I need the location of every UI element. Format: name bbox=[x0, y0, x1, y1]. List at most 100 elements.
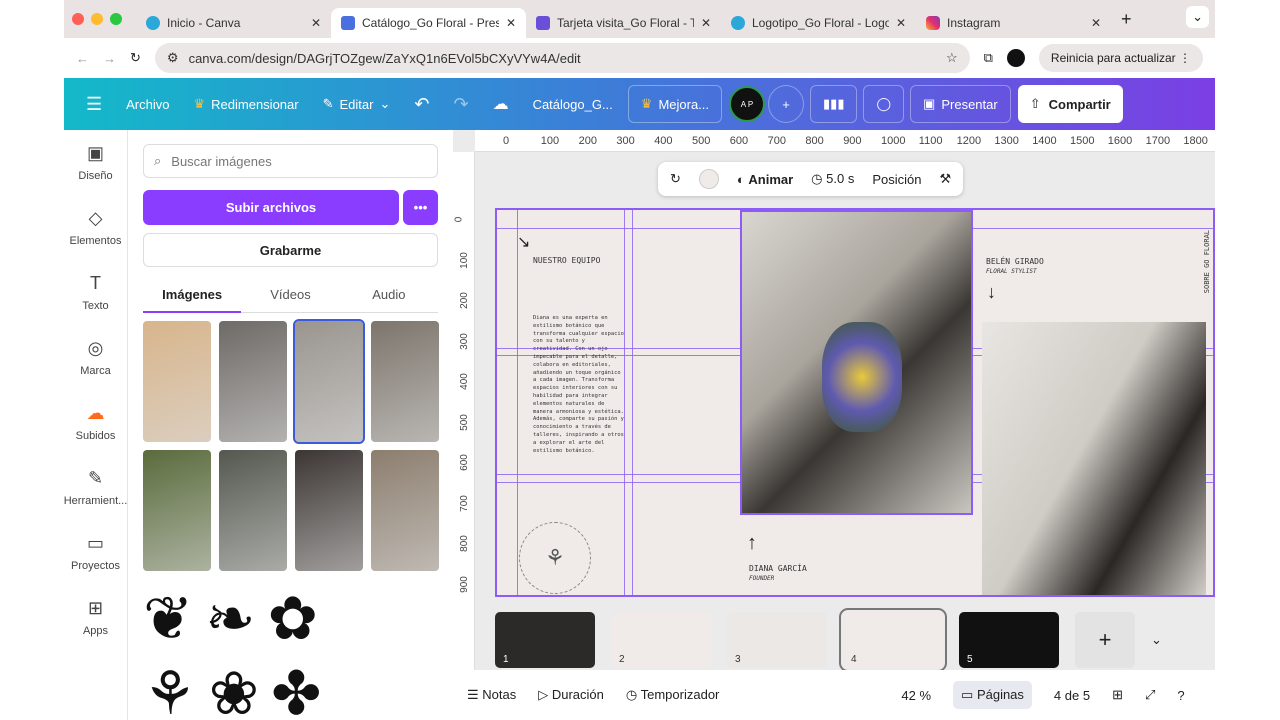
clover-shape[interactable]: ✤ bbox=[271, 656, 321, 720]
sidebar-item[interactable]: T Texto bbox=[64, 260, 127, 325]
image-thumbnail[interactable] bbox=[219, 450, 287, 571]
edit-menu[interactable]: ✎ Editar ⌄ bbox=[311, 96, 403, 112]
design-title[interactable]: Catálogo_G... bbox=[521, 97, 625, 112]
site-settings-icon[interactable]: ⚙ bbox=[167, 50, 179, 66]
position-button[interactable]: Posición bbox=[872, 172, 921, 187]
image-thumbnail[interactable] bbox=[293, 319, 365, 444]
page-thumbnail[interactable]: 1 bbox=[495, 612, 595, 668]
card-icon bbox=[536, 16, 550, 30]
sidebar-item[interactable]: ▣ Diseño bbox=[64, 130, 127, 195]
flower-shape[interactable]: ✿ bbox=[268, 581, 318, 656]
sidebar-icon: ⊞ bbox=[87, 598, 104, 618]
browser-tab[interactable]: Inicio - Canva ✕ bbox=[136, 8, 331, 38]
tab-list-chevron-icon[interactable]: ⌄ bbox=[1186, 6, 1209, 28]
bookmark-star-icon[interactable]: ☆ bbox=[946, 50, 958, 66]
redo-icon[interactable]: ↷ bbox=[441, 94, 480, 115]
browser-tab[interactable]: Instagram ✕ bbox=[916, 8, 1111, 38]
close-tab-icon[interactable]: ✕ bbox=[506, 16, 516, 30]
tab-audio[interactable]: Audio bbox=[340, 277, 438, 313]
animate-button[interactable]: ◐ Animar bbox=[737, 172, 793, 187]
browser-tab[interactable]: Tarjeta visita_Go Floral - T ✕ bbox=[526, 8, 721, 38]
crown-icon: ♛ bbox=[640, 96, 653, 111]
grid-view-icon[interactable]: ⊞ bbox=[1112, 687, 1123, 703]
browser-tab[interactable]: Logotipo_Go Floral - Logo ✕ bbox=[721, 8, 916, 38]
back-icon[interactable]: ← bbox=[76, 51, 89, 66]
arrow-up-icon: ↑ bbox=[747, 532, 757, 554]
browser-tab-active[interactable]: Catálogo_Go Floral - Pres ✕ bbox=[331, 8, 526, 38]
update-button[interactable]: Reinicia para actualizar ⋮ bbox=[1038, 44, 1203, 72]
upgrade-button[interactable]: ♛ Mejora... bbox=[627, 85, 723, 123]
diana-photo[interactable] bbox=[740, 210, 973, 515]
slide-page[interactable]: ↘ NUESTRO EQUIPO Diana es una experta en… bbox=[495, 208, 1215, 597]
zoom-level[interactable]: 42 % bbox=[901, 688, 931, 703]
tab-images[interactable]: Imágenes bbox=[143, 277, 242, 313]
search-input[interactable]: ⌕ Buscar imágenes bbox=[143, 144, 438, 178]
page-thumbnail[interactable]: 4 bbox=[839, 608, 947, 672]
fullscreen-icon[interactable]: ⤢ bbox=[1145, 687, 1155, 703]
url-bar[interactable]: ⚙ canva.com/design/DAGrjTOZgew/ZaYxQ1n6EV… bbox=[154, 43, 970, 73]
close-tab-icon[interactable]: ✕ bbox=[1091, 16, 1101, 30]
image-thumbnail[interactable] bbox=[371, 450, 439, 571]
sidebar-item[interactable]: ☁ Subidos bbox=[64, 390, 127, 455]
belen-photo[interactable] bbox=[982, 322, 1206, 595]
horizontal-ruler: 0 100 200 300 400 500 600 700 800 900 1000 1100 1200… bbox=[475, 130, 1215, 152]
add-page-button[interactable]: + bbox=[1075, 612, 1135, 668]
forward-icon[interactable]: → bbox=[103, 51, 116, 66]
close-tab-icon[interactable]: ✕ bbox=[311, 16, 321, 30]
avatar[interactable]: A P bbox=[729, 86, 766, 122]
extensions-icon[interactable]: ⧉ bbox=[984, 50, 993, 66]
file-menu[interactable]: Archivo bbox=[114, 97, 181, 112]
tulip-shape[interactable]: ⚘ bbox=[143, 656, 197, 720]
page-thumbnail[interactable]: 5 bbox=[959, 612, 1059, 668]
cloud-saved-icon[interactable]: ☁ bbox=[481, 94, 521, 114]
refresh-icon[interactable]: ↻ bbox=[670, 171, 681, 187]
notes-button[interactable]: ☰ Notas bbox=[467, 687, 516, 703]
page-thumbnail[interactable]: 3 bbox=[727, 612, 827, 668]
image-thumbnail[interactable] bbox=[143, 321, 211, 442]
image-thumbnail[interactable] bbox=[295, 450, 363, 571]
ruler-tick: 600 bbox=[458, 454, 470, 471]
tab-videos[interactable]: Vídeos bbox=[241, 277, 339, 313]
image-thumbnail[interactable] bbox=[143, 450, 211, 571]
profile-avatar[interactable] bbox=[1006, 49, 1025, 67]
insights-chart-icon[interactable]: ▮▮▮ bbox=[810, 85, 858, 123]
sidebar-item[interactable]: ◇ Elementos bbox=[64, 195, 127, 260]
leaf-shape[interactable]: ❧ bbox=[205, 581, 255, 656]
upload-files-button[interactable]: Subir archivos bbox=[143, 190, 399, 225]
menu-icon[interactable]: ☰ bbox=[82, 94, 114, 115]
close-window-button[interactable] bbox=[72, 13, 84, 25]
sidebar-item[interactable]: ▭ Proyectos bbox=[64, 520, 127, 585]
duration-button[interactable]: ▷ Duración bbox=[538, 687, 604, 703]
color-swatch[interactable] bbox=[698, 169, 719, 189]
flower-outline-shape[interactable]: ❀ bbox=[209, 656, 259, 720]
sidebar-item[interactable]: ✎ Herramient... bbox=[64, 455, 127, 520]
paint-roller-icon[interactable]: ⚒ bbox=[939, 171, 951, 187]
image-thumbnail[interactable] bbox=[371, 321, 439, 442]
maximize-button[interactable] bbox=[110, 13, 122, 25]
close-tab-icon[interactable]: ✕ bbox=[701, 16, 711, 30]
minimize-button[interactable] bbox=[91, 13, 103, 25]
chevron-down-icon[interactable]: ⌄ bbox=[1151, 632, 1162, 648]
timer-button[interactable]: ◷ Temporizador bbox=[626, 687, 720, 703]
record-button[interactable]: Grabarme bbox=[143, 233, 438, 267]
sidebar-item[interactable]: ◎ Marca bbox=[64, 325, 127, 390]
help-icon[interactable]: ? bbox=[1177, 688, 1184, 703]
image-thumbnail[interactable] bbox=[219, 321, 287, 442]
add-collaborator-icon[interactable]: + bbox=[768, 85, 805, 123]
page-thumbnail[interactable]: 2 bbox=[611, 612, 711, 668]
close-tab-icon[interactable]: ✕ bbox=[896, 16, 906, 30]
lotus-shape[interactable]: ❦ bbox=[143, 581, 193, 656]
search-icon: ⌕ bbox=[154, 153, 162, 168]
pages-button[interactable]: ▭ Páginas bbox=[953, 681, 1032, 709]
resize-button[interactable]: ♛ Redimensionar bbox=[182, 96, 311, 112]
share-button[interactable]: ⇧ Compartir bbox=[1017, 85, 1123, 123]
ruler-tick: 1500 bbox=[1070, 135, 1095, 147]
new-tab-button[interactable]: + bbox=[1121, 9, 1132, 30]
sidebar-item[interactable]: ⊞ Apps bbox=[64, 585, 127, 650]
comment-icon[interactable]: ◯ bbox=[863, 85, 905, 123]
reload-icon[interactable]: ↻ bbox=[130, 50, 141, 66]
present-button[interactable]: ▣ Presentar bbox=[910, 85, 1011, 123]
undo-icon[interactable]: ↶ bbox=[402, 94, 441, 115]
more-options-button[interactable]: ••• bbox=[403, 190, 438, 225]
duration-button[interactable]: ◷ 5.0 s bbox=[811, 171, 854, 187]
